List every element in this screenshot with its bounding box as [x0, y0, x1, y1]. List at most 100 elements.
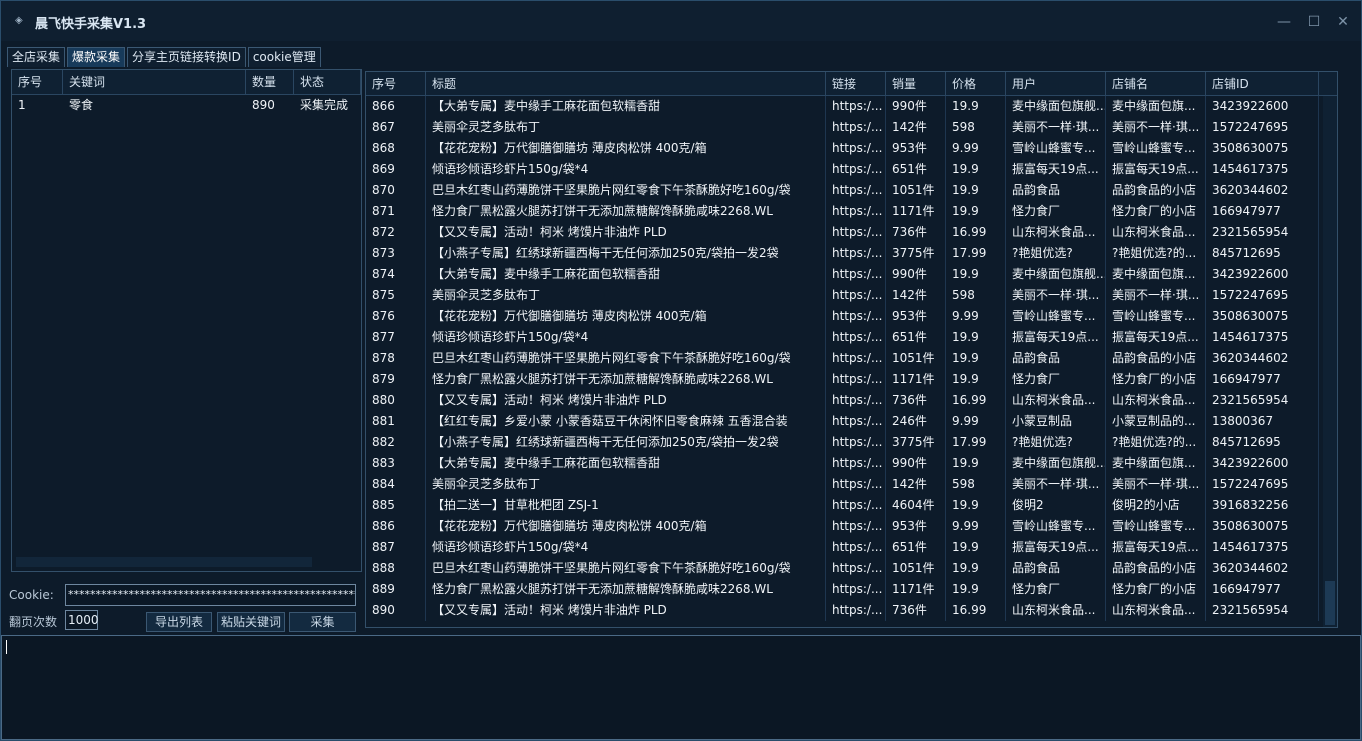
column-header-index[interactable]: 序号 [366, 72, 426, 96]
table-row[interactable]: 868 【花花宠粉】万代御膳御膳坊 薄皮肉松饼 400克/箱 https:/... 9… [366, 138, 1337, 159]
table-row[interactable]: 885 【拍二送一】甘草枇杷团 ZSJ-1 https:/... 4604件 19.9 俊… [366, 495, 1337, 516]
vertical-scrollbar[interactable] [1323, 96, 1337, 627]
app-window: ◈ 晨飞快手采集V1.3 — ☐ ✕ 全店采集 爆款采集 分享主页链接转换ID … [0, 0, 1362, 741]
cell-shop-name: 山东柯米食品... [1106, 222, 1206, 243]
column-header-user[interactable]: 用户 [1006, 72, 1106, 96]
cell-link[interactable]: https:/... [826, 579, 886, 600]
cell-link[interactable]: https:/... [826, 180, 886, 201]
table-row[interactable]: 866 【大弟专属】麦中缘手工麻花面包软糯香甜 https:/... 990件 19.9… [366, 96, 1337, 117]
cell-link[interactable]: https:/... [826, 243, 886, 264]
cell-link[interactable]: https:/... [826, 453, 886, 474]
table-row[interactable]: 869 倾语珍倾语珍虾片150g/袋*4 https:/... 651件 19.9 振富每… [366, 159, 1337, 180]
table-row[interactable]: 889 怪力食厂黑松露火腿苏打饼干无添加蔗糖解馋酥脆咸味2268.WL https:… [366, 579, 1337, 600]
cell-link[interactable]: https:/... [826, 201, 886, 222]
column-header-index[interactable]: 序号 [12, 70, 63, 95]
table-row[interactable]: 886 【花花宠粉】万代御膳御膳坊 薄皮肉松饼 400克/箱 https:/... 9… [366, 516, 1337, 537]
table-row[interactable]: 879 怪力食厂黑松露火腿苏打饼干无添加蔗糖解馋酥脆咸味2268.WL https:… [366, 369, 1337, 390]
table-row[interactable]: 1 零食 890 采集完成 [12, 95, 361, 116]
cell-link[interactable]: https:/... [826, 306, 886, 327]
minimize-icon[interactable]: — [1273, 11, 1295, 33]
title-bar[interactable]: ◈ 晨飞快手采集V1.3 — ☐ ✕ [1, 1, 1361, 41]
tab-shop-collect[interactable]: 全店采集 [7, 47, 66, 67]
cell-sales: 953件 [886, 306, 946, 327]
cell-shop-name: 山东柯米食品... [1106, 390, 1206, 411]
cookie-input[interactable]: ****************************************… [65, 584, 356, 606]
paste-keywords-button[interactable]: 粘贴关键词 [217, 612, 285, 632]
column-header-title[interactable]: 标题 [426, 72, 826, 96]
column-header-sales[interactable]: 销量 [886, 72, 946, 96]
cell-sales: 736件 [886, 600, 946, 621]
cell-index: 884 [366, 474, 426, 495]
cell-link[interactable]: https:/... [826, 432, 886, 453]
table-row[interactable]: 874 【大弟专属】麦中缘手工麻花面包软糯香甜 https:/... 990件 19.9… [366, 264, 1337, 285]
cell-title: 【花花宠粉】万代御膳御膳坊 薄皮肉松饼 400克/箱 [426, 516, 826, 537]
cell-index: 882 [366, 432, 426, 453]
cell-link[interactable]: https:/... [826, 222, 886, 243]
cell-sales: 1171件 [886, 369, 946, 390]
cell-link[interactable]: https:/... [826, 348, 886, 369]
scrollbar-thumb[interactable] [1325, 581, 1335, 625]
table-row[interactable]: 883 【大弟专属】麦中缘手工麻花面包软糯香甜 https:/... 990件 19.9… [366, 453, 1337, 474]
cell-link[interactable]: https:/... [826, 411, 886, 432]
table-row[interactable]: 867 美丽伞灵芝多肽布丁 https:/... 142件 598 美丽不一样·琪... 美… [366, 117, 1337, 138]
cell-link[interactable]: https:/... [826, 285, 886, 306]
horizontal-scrollbar[interactable] [16, 557, 312, 567]
pages-input[interactable]: 1000 [65, 610, 99, 630]
tab-share-link-convert[interactable]: 分享主页链接转换ID [127, 47, 246, 67]
cell-sales: 142件 [886, 474, 946, 495]
cell-link[interactable]: https:/... [826, 558, 886, 579]
table-row[interactable]: 884 美丽伞灵芝多肽布丁 https:/... 142件 598 美丽不一样·琪... 美… [366, 474, 1337, 495]
collect-button[interactable]: 采集 [289, 612, 356, 632]
keyword-table[interactable]: 序号 关键词 数量 状态 1 零食 890 采集完成 [11, 69, 362, 572]
table-row[interactable]: 878 巴旦木红枣山药薄脆饼干坚果脆片网红零食下午茶酥脆好吃160g/袋 https… [366, 348, 1337, 369]
cell-shop-name: 怪力食厂的小店 [1106, 579, 1206, 600]
results-table[interactable]: 序号 标题 链接 销量 价格 用户 店铺名 店铺ID 866 【大弟专属】麦中缘手工麻花面包软糯… [365, 71, 1338, 628]
table-row[interactable]: 871 怪力食厂黑松露火腿苏打饼干无添加蔗糖解馋酥脆咸味2268.WL https:… [366, 201, 1337, 222]
column-header-count[interactable]: 数量 [246, 70, 294, 95]
tab-cookie-manage[interactable]: cookie管理 [247, 47, 321, 67]
table-row[interactable]: 882 【小燕子专属】红绣球新疆西梅干无任何添加250克/袋拍一发2袋 https:… [366, 432, 1337, 453]
cell-link[interactable]: https:/... [826, 537, 886, 558]
table-row[interactable]: 887 倾语珍倾语珍虾片150g/袋*4 https:/... 651件 19.9 振富每… [366, 537, 1337, 558]
table-row[interactable]: 890 【又又专属】活动！柯米 烤馍片非油炸 PLD https:/... 736件 1… [366, 600, 1337, 621]
cell-link[interactable]: https:/... [826, 474, 886, 495]
cell-link[interactable]: https:/... [826, 516, 886, 537]
cell-link[interactable]: https:/... [826, 159, 886, 180]
cell-user: 怪力食厂 [1006, 369, 1106, 390]
table-row[interactable]: 873 【小燕子专属】红绣球新疆西梅干无任何添加250克/袋拍一发2袋 https:… [366, 243, 1337, 264]
cell-link[interactable]: https:/... [826, 495, 886, 516]
column-header-shop-name[interactable]: 店铺名 [1106, 72, 1206, 96]
table-row[interactable]: 872 【又又专属】活动！柯米 烤馍片非油炸 PLD https:/... 736件 1… [366, 222, 1337, 243]
cell-price: 19.9 [946, 96, 1006, 117]
maximize-icon[interactable]: ☐ [1303, 11, 1325, 33]
cell-link[interactable]: https:/... [826, 327, 886, 348]
cell-link[interactable]: https:/... [826, 264, 886, 285]
table-row[interactable]: 870 巴旦木红枣山药薄脆饼干坚果脆片网红零食下午茶酥脆好吃160g/袋 https… [366, 180, 1337, 201]
cell-link[interactable]: https:/... [826, 96, 886, 117]
table-row[interactable]: 875 美丽伞灵芝多肽布丁 https:/... 142件 598 美丽不一样·琪... 美… [366, 285, 1337, 306]
column-header-shop-id[interactable]: 店铺ID [1206, 72, 1319, 96]
table-row[interactable]: 880 【又又专属】活动！柯米 烤馍片非油炸 PLD https:/... 736件 1… [366, 390, 1337, 411]
column-header-link[interactable]: 链接 [826, 72, 886, 96]
tab-hot-collect[interactable]: 爆款采集 [67, 47, 126, 67]
table-row[interactable]: 888 巴旦木红枣山药薄脆饼干坚果脆片网红零食下午茶酥脆好吃160g/袋 https… [366, 558, 1337, 579]
column-header-status[interactable]: 状态 [294, 70, 361, 95]
table-row[interactable]: 881 【红红专属】乡爱小蒙 小蒙香菇豆干休闲怀旧零食麻辣 五香混合装 https:… [366, 411, 1337, 432]
column-header-keyword[interactable]: 关键词 [63, 70, 246, 95]
log-textarea[interactable] [1, 635, 1361, 740]
table-row[interactable]: 877 倾语珍倾语珍虾片150g/袋*4 https:/... 651件 19.9 振富每… [366, 327, 1337, 348]
cell-shop-id: 3508630075 [1206, 516, 1319, 537]
cell-title: 【花花宠粉】万代御膳御膳坊 薄皮肉松饼 400克/箱 [426, 138, 826, 159]
table-row[interactable]: 876 【花花宠粉】万代御膳御膳坊 薄皮肉松饼 400克/箱 https:/... 9… [366, 306, 1337, 327]
column-header-price[interactable]: 价格 [946, 72, 1006, 96]
cell-link[interactable]: https:/... [826, 369, 886, 390]
export-list-button[interactable]: 导出列表 [146, 612, 212, 632]
cell-title: 怪力食厂黑松露火腿苏打饼干无添加蔗糖解馋酥脆咸味2268.WL [426, 201, 826, 222]
cell-link[interactable]: https:/... [826, 600, 886, 621]
cell-link[interactable]: https:/... [826, 390, 886, 411]
cell-link[interactable]: https:/... [826, 117, 886, 138]
cell-shop-id: 2321565954 [1206, 222, 1319, 243]
cell-shop-id: 2321565954 [1206, 390, 1319, 411]
close-icon[interactable]: ✕ [1332, 11, 1354, 33]
cell-link[interactable]: https:/... [826, 138, 886, 159]
